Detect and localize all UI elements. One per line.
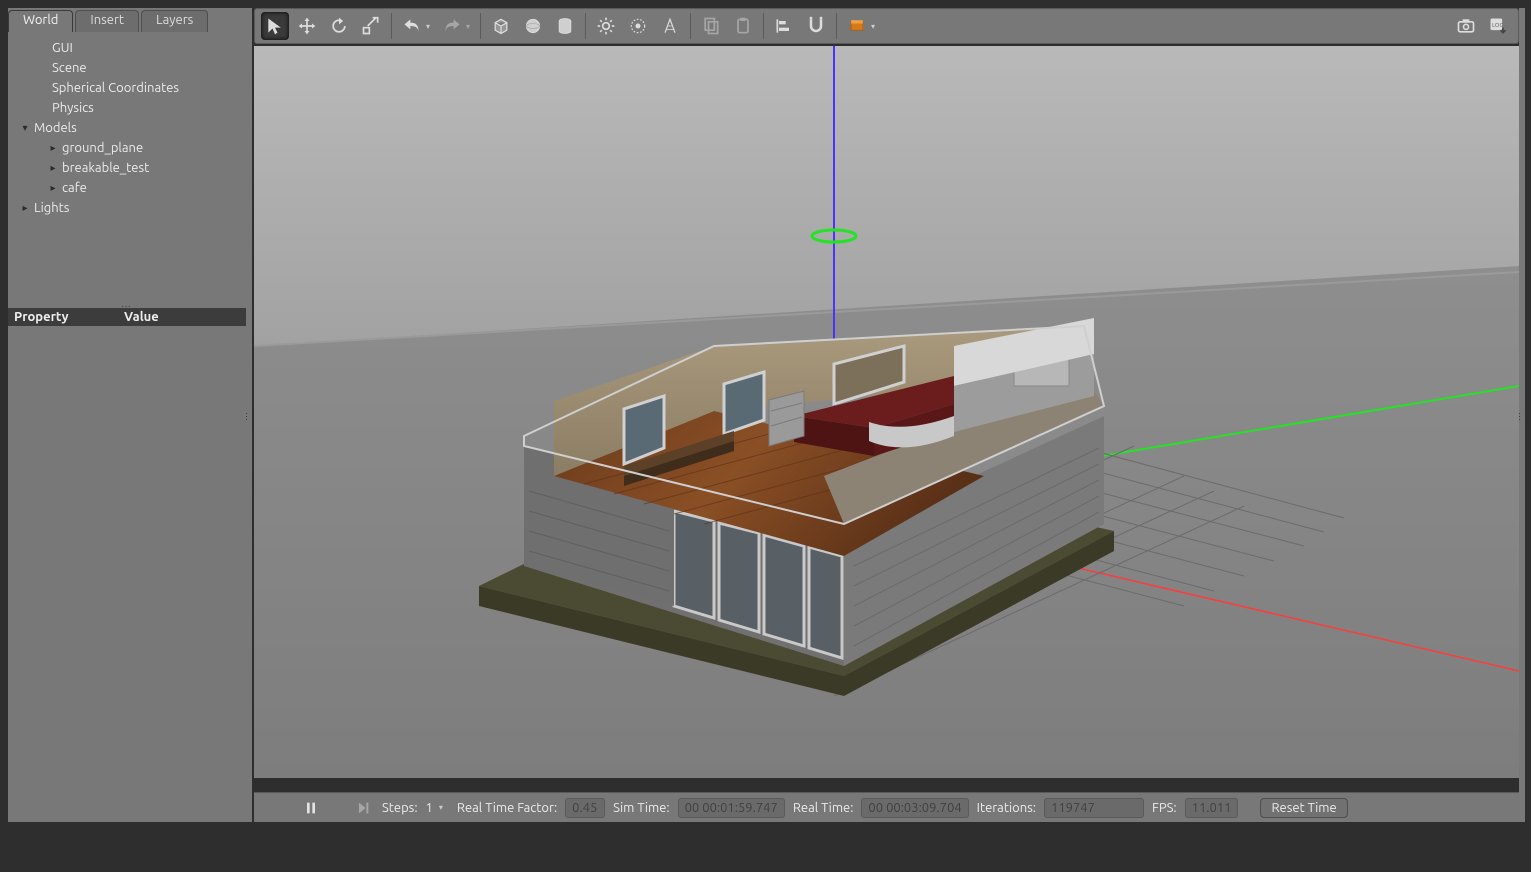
tree-item-physics[interactable]: ▸Physics <box>8 98 246 118</box>
scene-tree[interactable]: ▸GUI▸Scene▸Spherical Coordinates▸Physics… <box>8 32 246 302</box>
fps-value: 11.011 <box>1185 798 1239 818</box>
svg-text:LOG: LOG <box>1492 23 1503 29</box>
iterations-label: Iterations: <box>977 801 1036 815</box>
sun-light-button[interactable] <box>592 12 620 40</box>
view-angle-button[interactable] <box>843 12 871 40</box>
toolbar-separator <box>690 13 691 39</box>
steps-label: Steps: <box>382 801 418 815</box>
expand-arrow-icon[interactable]: ▸ <box>20 203 30 213</box>
tree-item-label: ground_plane <box>62 139 143 157</box>
iterations-value: 119747 <box>1044 798 1144 818</box>
align-button[interactable] <box>770 12 798 40</box>
sim-time-value: 00 00:01:59.747 <box>678 798 785 818</box>
undo-history-dropdown[interactable]: ▾ <box>426 22 434 31</box>
step-button[interactable] <box>352 797 374 819</box>
steps-value[interactable]: 1 <box>426 801 433 815</box>
main-toolbar: ▾ ▾ <box>254 8 1519 44</box>
tree-item-cafe[interactable]: ▸ cafe <box>8 178 246 198</box>
view-angle-dropdown[interactable]: ▾ <box>871 22 879 31</box>
redo-button[interactable] <box>438 12 466 40</box>
select-arrow-button[interactable] <box>261 12 289 40</box>
tree-item-ground_plane[interactable]: ▸ ground_plane <box>8 138 246 158</box>
tree-item-label: Physics <box>52 99 94 117</box>
3d-viewport[interactable] <box>254 46 1519 778</box>
paste-button[interactable] <box>729 12 757 40</box>
toolbar-separator <box>763 13 764 39</box>
tree-item-label: GUI <box>52 39 73 57</box>
tab-insert[interactable]: Insert <box>75 10 139 32</box>
left-splitter[interactable]: … <box>246 8 252 822</box>
tree-item-spherical-coordinates[interactable]: ▸Spherical Coordinates <box>8 78 246 98</box>
real-time-label: Real Time: <box>793 801 854 815</box>
real-time-value: 00 00:03:09.704 <box>861 798 968 818</box>
tab-world[interactable]: World <box>8 10 73 32</box>
tree-item-label: Lights <box>34 199 69 217</box>
expand-arrow-icon[interactable]: ▸ <box>48 183 58 193</box>
copy-button[interactable] <box>697 12 725 40</box>
screenshot-button[interactable] <box>1452 12 1480 40</box>
spot-light-button[interactable] <box>656 12 684 40</box>
tree-item-lights[interactable]: ▸ Lights <box>8 198 246 218</box>
tree-item-scene[interactable]: ▸Scene <box>8 58 246 78</box>
property-col-header: Property <box>8 308 118 326</box>
rtf-value: 0.45 <box>565 798 605 818</box>
translate-button[interactable] <box>293 12 321 40</box>
tree-item-gui[interactable]: ▸GUI <box>8 38 246 58</box>
right-splitter[interactable]: … <box>1519 8 1525 822</box>
toolbar-separator <box>836 13 837 39</box>
rtf-label: Real Time Factor: <box>457 801 557 815</box>
tree-item-label: Models <box>34 119 77 137</box>
horizontal-splitter[interactable] <box>8 302 246 308</box>
snap-button[interactable] <box>802 12 830 40</box>
toolbar-separator <box>391 13 392 39</box>
toolbar-separator <box>480 13 481 39</box>
property-table-header: Property Value <box>8 308 246 326</box>
sim-time-label: Sim Time: <box>613 801 669 815</box>
tree-item-label: Spherical Coordinates <box>52 79 179 97</box>
undo-button[interactable] <box>398 12 426 40</box>
tree-item-models[interactable]: ▾ Models <box>8 118 246 138</box>
toolbar-separator <box>585 13 586 39</box>
expand-arrow-icon[interactable]: ▾ <box>20 123 30 133</box>
log-record-button[interactable]: LOG <box>1484 12 1512 40</box>
insert-sphere-button[interactable] <box>519 12 547 40</box>
expand-arrow-icon[interactable]: ▸ <box>48 163 58 173</box>
tree-item-label: breakable_test <box>62 159 149 177</box>
expand-arrow-icon[interactable]: ▸ <box>48 143 58 153</box>
simulation-status-bar: Steps: 1 ▾ Real Time Factor: 0.45 Sim Ti… <box>254 792 1519 822</box>
pause-button[interactable] <box>300 797 322 819</box>
insert-cylinder-button[interactable] <box>551 12 579 40</box>
tree-item-breakable_test[interactable]: ▸ breakable_test <box>8 158 246 178</box>
world-outliner-panel: World Insert Layers ▸GUI▸Scene▸Spherical… <box>8 8 246 822</box>
point-light-button[interactable] <box>624 12 652 40</box>
tree-item-label: cafe <box>62 179 87 197</box>
rotate-button[interactable] <box>325 12 353 40</box>
redo-history-dropdown[interactable]: ▾ <box>466 22 474 31</box>
insert-box-button[interactable] <box>487 12 515 40</box>
reset-time-button[interactable]: Reset Time <box>1260 798 1347 818</box>
steps-dropdown[interactable]: ▾ <box>439 803 447 812</box>
scale-button[interactable] <box>357 12 385 40</box>
value-col-header: Value <box>118 308 165 326</box>
tab-layers[interactable]: Layers <box>141 10 208 32</box>
fps-label: FPS: <box>1152 801 1177 815</box>
sidebar-tabs: World Insert Layers <box>8 8 246 32</box>
tree-item-label: Scene <box>52 59 87 77</box>
